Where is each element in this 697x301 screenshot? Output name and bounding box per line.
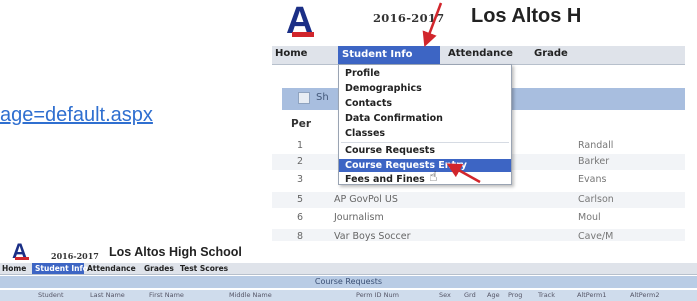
column-header: Track [538,291,556,299]
table-header-row: Student Last Name First Name Middle Name… [0,290,697,301]
column-header: Age [487,291,500,299]
menu-attendance[interactable]: Attendance [87,263,136,274]
menu-item-fees-and-fines[interactable]: Fees and Fines [339,174,511,185]
menu-item-profile[interactable]: Profile [339,67,511,80]
menu-student-info[interactable]: Student Info [338,46,440,64]
per-column-header: Per [291,118,311,130]
menu-grades[interactable]: Grades [144,263,174,274]
menu-item-contacts[interactable]: Contacts [339,97,511,110]
table-row: 6 Journalism Moul [272,210,685,226]
teacher-name: Randall [578,140,614,151]
menu-student-info[interactable]: Student Info [32,263,88,274]
school-year: 2016-2017 [51,251,99,261]
school-logo: A [12,241,32,263]
period-number: 5 [297,194,304,205]
period-number: 1 [297,140,304,151]
bottom-screenshot: A 2016-2017 Los Altos High School Home S… [0,241,697,301]
hand-cursor-icon: ☝ [429,169,438,185]
teacher-name: Carlson [578,194,614,205]
menu-item-demographics[interactable]: Demographics [339,82,511,95]
column-header: Prog [508,291,523,299]
teacher-name: Moul [578,212,601,223]
column-header: Sex [439,291,451,299]
section-title: Course Requests [314,277,383,286]
student-info-dropdown: Profile Demographics Contacts Data Confi… [338,64,512,185]
panel-label: Sh [316,92,329,103]
collapse-toggle[interactable] [298,92,310,104]
column-header: Grd [464,291,476,299]
course-name: AP GovPol US [334,194,398,205]
top-screenshot: A 2016-2017 Los Altos H Home Student Inf… [272,0,685,244]
menu-grades[interactable]: Grade [534,48,568,59]
main-menu-bar: Home Student Info Attendance Grade [272,46,685,65]
course-name: Journalism [334,212,384,223]
menu-attendance[interactable]: Attendance [448,48,513,59]
period-number: 2 [297,156,304,167]
main-menu-bar: Home Student Info Attendance Grades Test… [0,263,697,275]
column-header: First Name [149,291,184,299]
logo-red-bar [15,257,29,260]
column-header: Student [38,291,64,299]
logo-red-bar [292,32,314,37]
url-link[interactable]: age=default.aspx [0,104,153,127]
menu-home[interactable]: Home [275,48,307,59]
column-header: Middle Name [229,291,272,299]
period-number: 6 [297,212,304,223]
school-name: Los Altos H [471,5,582,27]
menu-item-course-requests[interactable]: Course Requests [339,144,511,157]
menu-separator [341,142,509,143]
menu-item-classes[interactable]: Classes [339,127,511,140]
menu-home[interactable]: Home [2,263,26,274]
school-logo: A [286,2,316,42]
column-header: Last Name [90,291,125,299]
course-requests-header: Course Requests [0,276,697,288]
school-year: 2016-2017 [373,11,445,25]
menu-test-scores[interactable]: Test Scores [180,263,228,274]
period-number: 3 [297,174,304,185]
teacher-name: Barker [578,156,610,167]
menu-item-course-requests-entry[interactable]: Course Requests Entry [339,159,511,172]
menu-item-data-confirmation[interactable]: Data Confirmation [339,112,511,125]
table-row: 5 AP GovPol US Carlson [272,192,685,208]
column-header: AltPerm2 [630,291,660,299]
school-name: Los Altos High School [109,245,242,259]
column-header: AltPerm1 [577,291,607,299]
column-header: Perm ID Num [356,291,399,299]
teacher-name: Evans [578,174,607,185]
